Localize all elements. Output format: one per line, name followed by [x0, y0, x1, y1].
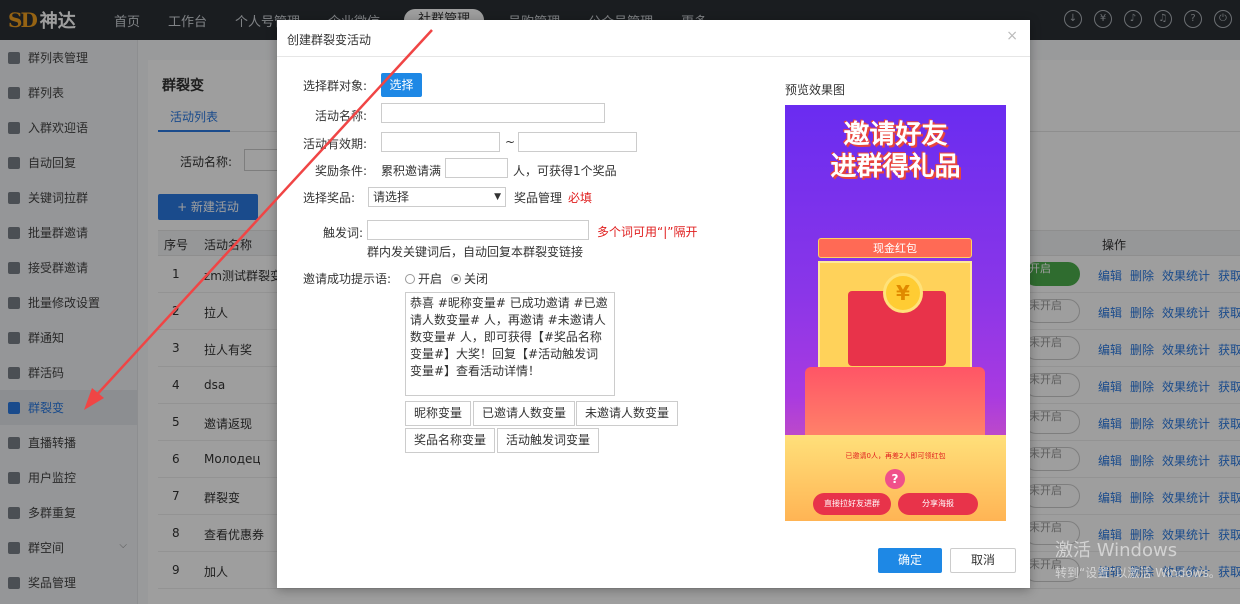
trigger-word-input[interactable]	[367, 220, 589, 240]
dialog-header: 创建群裂变活动 ×	[277, 20, 1030, 57]
preview-label: 预览效果图	[785, 83, 846, 97]
var-trigger-button[interactable]: 活动触发词变量	[497, 428, 600, 453]
start-date-input[interactable]	[381, 132, 500, 152]
condition-prefix: 累积邀请满	[381, 164, 442, 178]
var-remaining-button[interactable]: 未邀请人数变量	[576, 401, 679, 426]
poster-title-line2: 进群得礼品	[830, 152, 961, 182]
label-success-msg: 邀请成功提示语:	[303, 272, 392, 286]
poster-bottom: 已邀请0人，再差2人即可领红包 ? 直接拉好友进群 分享海报	[785, 435, 1006, 521]
radio-off-label: 关闭	[464, 272, 489, 286]
prize-manage-link[interactable]: 奖品管理	[514, 189, 562, 206]
label-target: 选择群对象:	[303, 79, 368, 93]
confirm-button[interactable]: 确定	[878, 548, 942, 573]
label-period: 活动有效期:	[303, 137, 368, 151]
required-hint: 必填	[568, 191, 593, 205]
trigger-tip: 多个词可用“|”隔开	[597, 225, 698, 239]
invite-count-input[interactable]	[445, 158, 508, 178]
poster-banner: 现金红包	[818, 238, 972, 258]
dialog-title: 创建群裂变活动	[287, 33, 372, 47]
poster-share-button: 分享海报	[898, 493, 978, 515]
poster-title-line1: 邀请好友	[843, 120, 948, 150]
prize-select-value: 请选择	[373, 190, 410, 204]
trigger-description: 群内发关键词后，自动回复本群裂变链接	[367, 245, 584, 259]
radio-off-icon	[451, 274, 461, 284]
condition-suffix: 人，可获得1个奖品	[513, 164, 617, 178]
caret-down-icon: ▼	[494, 192, 501, 202]
label-condition: 奖励条件:	[315, 164, 368, 178]
label-name: 活动名称:	[315, 109, 368, 123]
label-trigger: 触发词:	[323, 226, 364, 240]
windows-watermark: 激活 Windows 转到“设置”以激活 Windows。	[1055, 540, 1221, 584]
period-separator: ~	[505, 135, 516, 149]
poster-invited-text: 已邀请0人，再差2人即可领红包	[845, 452, 946, 460]
var-prize-name-button[interactable]: 奖品名称变量	[405, 428, 496, 453]
prize-select[interactable]: 请选择 ▼	[368, 187, 506, 207]
watermark-line2: 转到“设置”以激活 Windows。	[1055, 566, 1221, 580]
poster-title: 邀请好友 进群得礼品	[785, 119, 1006, 183]
poster-red-envelope-card: ¥	[818, 261, 972, 376]
select-group-button[interactable]: 选择	[381, 73, 422, 97]
coin-icon: ¥	[883, 273, 923, 313]
var-invited-button[interactable]: 已邀请人数变量	[473, 401, 576, 426]
create-activity-dialog: 创建群裂变活动 × 选择群对象: 选择 活动名称: 活动有效期: ~ 奖励条件:…	[277, 20, 1030, 588]
label-prize: 选择奖品:	[303, 191, 356, 205]
activity-name-input[interactable]	[381, 103, 605, 123]
radio-on-option[interactable]: 开启	[405, 270, 442, 287]
radio-off-option[interactable]: 关闭	[451, 270, 488, 287]
preview-poster: 邀请好友 进群得礼品 现金红包 ¥ 已邀请0人，再差2人即可领红包 ? 直接拉好…	[785, 105, 1006, 521]
poster-join-button: 直接拉好友进群	[813, 493, 891, 515]
radio-on-icon	[405, 274, 415, 284]
var-nickname-button[interactable]: 昵称变量	[405, 401, 472, 426]
app-window: SD 神达 首页 工作台 个人号管理 企业微信 社群管理 号购管理 公众号管理 …	[0, 0, 1240, 604]
watermark-line1: 激活 Windows	[1055, 540, 1178, 561]
close-icon[interactable]: ×	[1006, 28, 1018, 44]
success-message-textarea[interactable]: 恭喜 #昵称变量# 已成功邀请 #已邀请人数变量# 人，再邀请 #未邀请人数变量…	[405, 292, 615, 396]
question-icon: ?	[885, 469, 905, 489]
radio-on-label: 开启	[418, 272, 443, 286]
end-date-input[interactable]	[518, 132, 637, 152]
cancel-button[interactable]: 取消	[950, 548, 1016, 573]
